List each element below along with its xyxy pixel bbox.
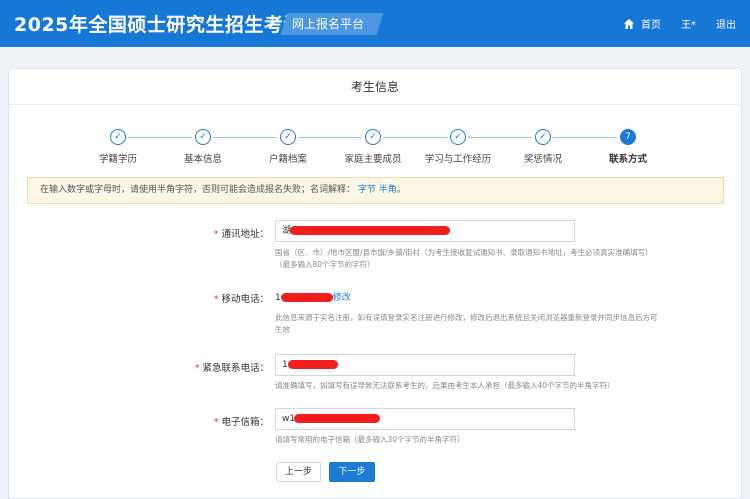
glossary-link-byte[interactable]: 字节 — [358, 185, 376, 195]
step-basic-info[interactable]: ✓ 基本信息 — [158, 129, 248, 165]
mobile-number: 1 — [275, 293, 281, 303]
required-mark: * — [213, 417, 219, 428]
site-title: 2025年全国硕士研究生招生考试 — [14, 14, 303, 36]
email-input[interactable]: w1 — [275, 408, 575, 430]
mobile-modify-link[interactable]: 修改 — [333, 293, 351, 303]
step-household[interactable]: ✓ 户籍档案 — [243, 129, 333, 165]
redaction-mark — [280, 293, 333, 302]
email-label-text: 电子信箱： — [221, 417, 269, 428]
next-step-button[interactable]: 下一步 — [329, 462, 375, 482]
step-label: 学籍学历 — [98, 154, 137, 165]
emergency-phone-value: 1 — [282, 360, 288, 370]
step-label: 家庭主要成员 — [344, 154, 402, 165]
address-hint-line: （最多输入80个字节的字符） — [275, 260, 375, 269]
mobile-hint: 此信息来源于实名注册，如有误请登录实名注册进行修改，修改后退出系统且关闭浏览器重… — [275, 312, 675, 336]
email-hint: 请填写常用的电子信箱（最多输入30个字节的半角字符） — [275, 435, 465, 444]
mobile-value: 1 修改 — [275, 290, 351, 303]
top-bar: 2025年全国硕士研究生招生考试 网上报名平台 首页 王* 退出 — [0, 0, 750, 47]
address-label-text: 通讯地址： — [221, 229, 269, 240]
step-contact[interactable]: 7 联系方式 — [583, 129, 673, 165]
top-nav: 首页 王* 退出 — [623, 16, 736, 31]
check-icon: ✓ — [365, 129, 381, 145]
redaction-mark — [290, 226, 450, 235]
emergency-phone-hint: 请准确填写，如填写有误导致无法联系考生的，后果由考生本人承担（最多输入40个字节… — [275, 381, 615, 390]
emergency-phone-label: * 紧急联系电话： — [9, 360, 269, 374]
required-mark: * — [194, 363, 200, 374]
panel-title: 考生信息 — [9, 69, 741, 105]
step-label: 联系方式 — [608, 154, 647, 165]
email-label: * 电子信箱： — [9, 414, 269, 428]
address-hint-line: 国省（区、市）/地市区盟/县市旗/乡镇/街村（为考生接收复试通知书、录取通知书地… — [275, 248, 653, 257]
nav-home-link[interactable]: 首页 — [641, 16, 661, 31]
step-family[interactable]: ✓ 家庭主要成员 — [328, 129, 418, 165]
notice-text: 在输入数字或字母时，请使用半角字符，否则可能会造成报名失败；名词解释： — [40, 185, 356, 195]
step-label: 学习与工作经历 — [424, 154, 492, 165]
step-label: 基本信息 — [183, 154, 222, 165]
candidate-info-panel: 考生信息 ✓ 学籍学历 ✓ 基本信息 ✓ 户籍档案 ✓ 家庭主要成员 ✓ 学习与… — [8, 68, 742, 499]
address-hint: 国省（区、市）/地市区盟/县市旗/乡镇/街村（为考生接收复试通知书、录取通知书地… — [275, 247, 675, 271]
mobile-hint-line: 此信息来源于实名注册，如有误请登录实名注册进行修改，修改后退出系统且关闭浏览器重… — [275, 313, 658, 322]
glossary-link-halfwidth[interactable]: 半角 — [379, 185, 397, 195]
address-label: * 通讯地址： — [9, 226, 269, 240]
emergency-phone-input[interactable]: 1 — [275, 354, 575, 376]
redaction-mark — [294, 414, 380, 423]
platform-label: 网上报名平台 — [292, 17, 365, 31]
step-number: 7 — [620, 129, 636, 145]
emergency-phone-label-text: 紧急联系电话： — [202, 363, 269, 374]
check-icon: ✓ — [280, 129, 296, 145]
notice-end: 。 — [396, 185, 406, 195]
prev-step-button[interactable]: 上一步 — [276, 462, 321, 482]
step-experience[interactable]: ✓ 学习与工作经历 — [413, 129, 503, 165]
step-label: 户籍档案 — [268, 154, 307, 165]
check-icon: ✓ — [450, 129, 466, 145]
progress-steps: ✓ 学籍学历 ✓ 基本信息 ✓ 户籍档案 ✓ 家庭主要成员 ✓ 学习与工作经历 … — [9, 129, 743, 169]
mobile-hint-line: 生效 — [275, 325, 290, 334]
step-rewards[interactable]: ✓ 奖惩情况 — [498, 129, 588, 165]
home-icon[interactable] — [623, 18, 635, 30]
redaction-mark — [288, 360, 338, 369]
half-width-notice: 在输入数字或字母时，请使用半角字符，否则可能会造成报名失败；名词解释： 字节 半… — [27, 177, 724, 204]
required-mark: * — [213, 229, 219, 240]
address-input[interactable]: 湖 — [275, 220, 575, 242]
required-mark: * — [213, 294, 219, 305]
check-icon: ✓ — [110, 129, 126, 145]
mobile-label-text: 移动电话： — [221, 294, 269, 305]
check-icon: ✓ — [195, 129, 211, 145]
nav-user-name[interactable]: 王* — [681, 16, 696, 31]
mobile-label: * 移动电话： — [9, 291, 269, 305]
check-icon: ✓ — [535, 129, 551, 145]
step-education[interactable]: ✓ 学籍学历 — [73, 129, 163, 165]
nav-logout-link[interactable]: 退出 — [716, 16, 736, 31]
step-label: 奖惩情况 — [523, 154, 562, 165]
